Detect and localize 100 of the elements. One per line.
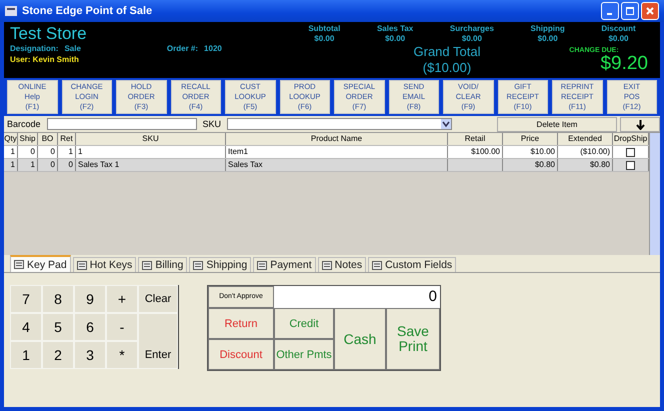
total-label: Sales Tax: [376, 24, 414, 34]
keypad-key[interactable]: 1: [10, 341, 42, 369]
tab[interactable]: Key Pad: [10, 255, 71, 272]
keypad-key[interactable]: Clear: [138, 285, 178, 313]
table-cell: $0.80: [503, 159, 558, 171]
sku-dropdown[interactable]: [227, 118, 452, 130]
keypad-key[interactable]: +: [106, 285, 138, 313]
grand-total-value: ($10.00): [422, 60, 472, 76]
table-cell: 0: [18, 146, 38, 158]
table-row[interactable]: 1 1 0 0 Sales Tax 1 Sales Tax $0.80 $0.80: [4, 159, 649, 172]
total-label: Discount: [601, 24, 636, 34]
column-header: Retail: [448, 133, 503, 145]
maximize-button[interactable]: [621, 2, 639, 20]
keypad-key[interactable]: 5: [42, 313, 74, 341]
column-header: Product Name: [226, 133, 448, 145]
total-value: $0.00: [538, 34, 558, 44]
table-row[interactable]: 1 0 0 1 1 Item1 $100.00 $10.00 ($10.00): [4, 146, 649, 159]
table-cell: 0: [38, 146, 58, 158]
keypad-key[interactable]: 7: [10, 285, 42, 313]
tab-icon: [193, 260, 204, 270]
table-cell: Sales Tax 1: [76, 159, 226, 171]
dropship-checkbox[interactable]: [626, 160, 635, 170]
payment-button[interactable]: Return: [208, 308, 274, 339]
table-cell: $100.00: [448, 146, 503, 158]
payment-button[interactable]: Cash: [334, 308, 386, 370]
dropship-checkbox[interactable]: [626, 148, 635, 156]
tab[interactable]: Shipping: [189, 257, 252, 272]
column-header: Ret: [58, 133, 76, 145]
tab[interactable]: Hot Keys: [72, 257, 136, 272]
payment-button[interactable]: Other Pmts: [274, 339, 334, 370]
keypad-key[interactable]: 2: [42, 341, 74, 369]
table-cell: $10.00: [503, 146, 558, 158]
payment-button[interactable]: Save Print: [386, 308, 440, 370]
minimize-button[interactable]: [601, 2, 619, 20]
order-label: Order #:: [166, 44, 198, 54]
table-cell: 0: [58, 159, 76, 171]
grand-total-label: Grand Total: [414, 44, 480, 60]
tab[interactable]: Custom Fields: [368, 257, 456, 272]
keypad-key[interactable]: 8: [42, 285, 74, 313]
table-cell: 1: [18, 159, 38, 171]
scrollbar[interactable]: [649, 133, 660, 255]
total-value: $0.00: [385, 34, 406, 44]
sku-label: SKU: [202, 119, 222, 129]
column-header: Qty: [4, 133, 18, 145]
keypad-key[interactable]: 3: [74, 341, 106, 369]
table-cell: Item1: [226, 146, 448, 158]
table-cell: $0.80: [558, 159, 613, 171]
total-label: Surcharges: [450, 24, 494, 34]
keypad-key[interactable]: 4: [10, 313, 42, 341]
total-label: Subtotal: [308, 24, 340, 34]
column-header: Extended: [558, 133, 613, 145]
designation-label: Designation:: [10, 44, 58, 54]
keypad-key[interactable]: 9: [74, 285, 106, 313]
close-icon: [646, 7, 654, 15]
tab[interactable]: Payment: [253, 257, 316, 272]
table-cell: 1: [4, 146, 18, 158]
tab-icon: [257, 260, 268, 270]
dropdown-arrow-icon[interactable]: [441, 119, 452, 129]
delete-item-button[interactable]: Delete Item: [497, 116, 617, 132]
column-header: SKU: [76, 133, 226, 145]
total-label: Shipping: [530, 24, 565, 34]
table-cell: 1: [58, 146, 76, 158]
table-cell: 0: [38, 159, 58, 171]
tab-icon: [142, 260, 152, 270]
column-header: BO: [38, 133, 58, 145]
designation-value: Sale: [64, 44, 81, 54]
payment-button[interactable]: Discount: [208, 339, 274, 370]
tab-icon: [76, 260, 87, 270]
scroll-down-button[interactable]: [620, 116, 660, 132]
tab-icon: [322, 260, 332, 270]
keypad-key[interactable]: 6: [74, 313, 106, 341]
user-name: User: Kevin Smith: [10, 54, 80, 66]
app-icon: [5, 6, 17, 16]
total-value: $0.00: [608, 34, 629, 44]
down-arrow-icon: [636, 120, 644, 130]
table-cell: 1: [4, 159, 18, 171]
barcode-field[interactable]: [46, 118, 197, 130]
keypad-key[interactable]: -: [106, 313, 138, 341]
total-value: $0.00: [314, 34, 334, 44]
change-due-value: $9.20: [600, 54, 648, 74]
table-cell: ($10.00): [558, 146, 613, 158]
table-cell: 1: [76, 146, 226, 158]
keypad-key[interactable]: Enter: [138, 313, 178, 369]
tab[interactable]: Billing: [138, 257, 188, 272]
tab[interactable]: Notes: [318, 257, 366, 272]
close-button[interactable]: [641, 2, 659, 20]
barcode-label: Barcode: [6, 119, 42, 129]
store-name: Test Store: [10, 24, 88, 44]
order-number: 1020: [204, 44, 222, 54]
tab-icon: [372, 260, 382, 270]
column-header: Price: [503, 133, 558, 145]
tab-icon: [14, 260, 24, 269]
amount-field[interactable]: 0: [274, 286, 440, 308]
keypad-key[interactable]: *: [106, 341, 138, 369]
table-cell: Sales Tax: [226, 159, 448, 171]
window-title: Stone Edge Point of Sale: [22, 5, 152, 17]
total-value: $0.00: [462, 34, 482, 44]
column-header: Ship: [18, 133, 38, 145]
payment-button[interactable]: Credit: [274, 308, 334, 339]
maximize-icon: [626, 7, 634, 15]
